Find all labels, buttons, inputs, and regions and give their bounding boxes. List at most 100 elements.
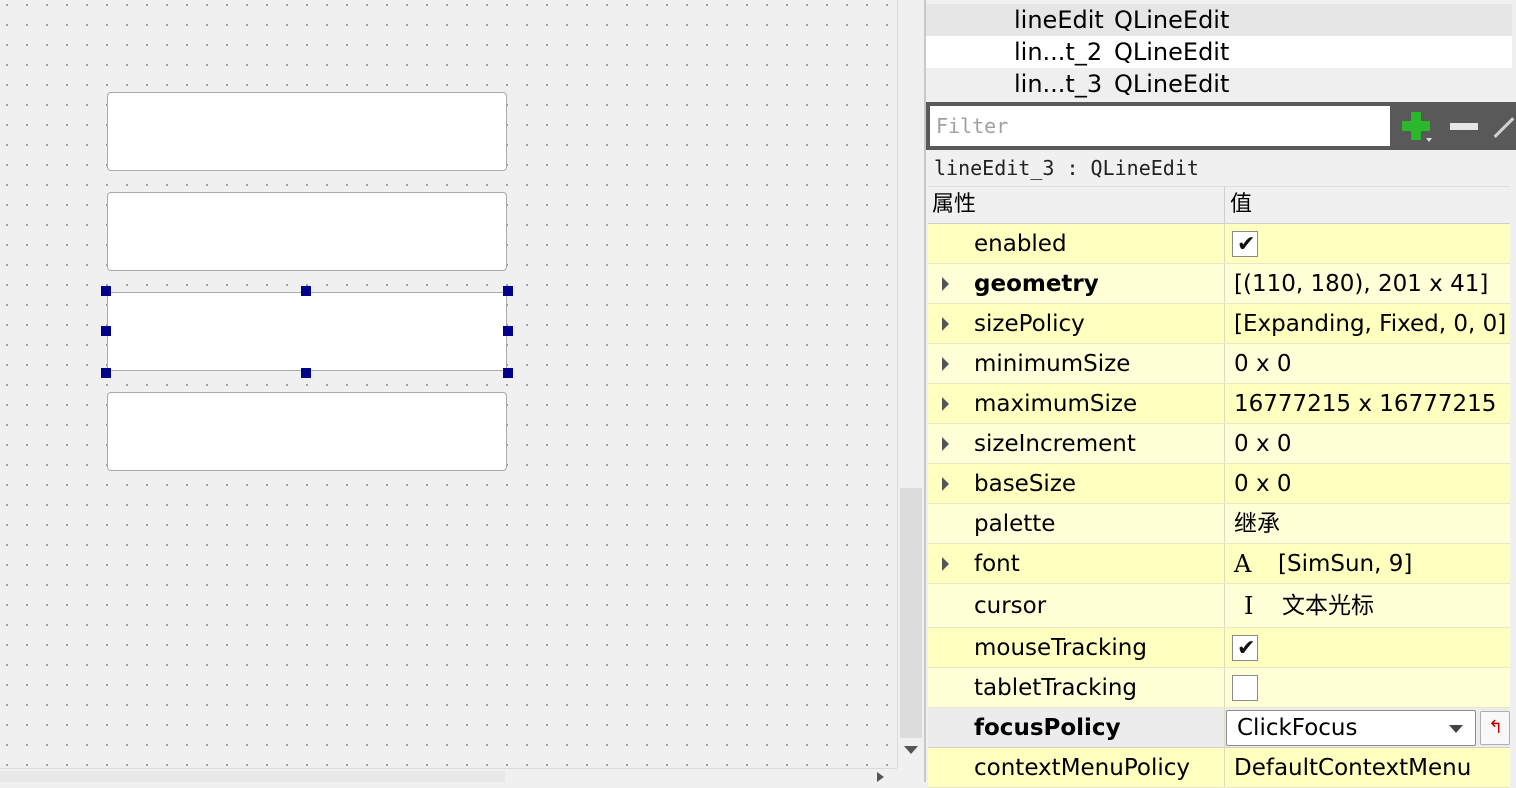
property-value[interactable]: 0 x 0 [1234,344,1292,384]
object-class: QLineEdit [1114,70,1230,98]
property-value[interactable]: 文本光标 [1282,584,1374,628]
scroll-down-icon[interactable] [904,746,918,754]
tablettracking-checkbox[interactable] [1232,675,1258,701]
property-row-contextmenupolicy[interactable]: contextMenuPolicy DefaultContextMenu [928,748,1510,788]
font-icon: A [1234,550,1252,578]
right-dock-panel: lineEdit QLineEdit lin...t_2 QLineEdit l… [924,0,1516,788]
chevron-down-icon[interactable] [1449,725,1463,733]
property-value[interactable]: [SimSun, 9] [1278,544,1412,584]
combo-value: ClickFocus [1237,715,1358,741]
header-value[interactable]: 值 [1230,187,1252,223]
line-edit-1[interactable] [107,92,507,171]
object-name: lineEdit [1014,6,1104,34]
scroll-right-icon[interactable] [877,772,884,782]
expand-arrow-icon[interactable] [942,557,949,571]
reset-property-button[interactable]: ↰ [1480,711,1510,745]
reset-arrow-icon: ↰ [1488,717,1504,738]
expand-arrow-icon[interactable] [942,357,949,371]
property-value[interactable]: [(110, 180), 201 x 41] [1234,264,1488,304]
property-name: enabled [974,231,1067,257]
object-inspector-list: lineEdit QLineEdit lin...t_2 QLineEdit l… [926,4,1512,100]
resize-handle-top-right[interactable] [503,286,513,296]
property-row-sizeincrement[interactable]: sizeIncrement 0 x 0 [928,424,1510,464]
checkmark-icon: ✔ [1237,636,1256,661]
property-value[interactable]: 继承 [1234,504,1280,544]
configure-button[interactable] [1490,106,1516,146]
expand-arrow-icon[interactable] [942,477,949,491]
property-row-minimumsize[interactable]: minimumSize 0 x 0 [928,344,1510,384]
checkmark-icon: ✔ [1237,232,1256,257]
object-class: QLineEdit [1114,6,1230,34]
header-property[interactable]: 属性 [932,187,976,223]
object-name: lin...t_2 [1014,38,1103,66]
mousetracking-checkbox[interactable]: ✔ [1232,635,1258,661]
line-edit-4[interactable] [107,392,507,471]
property-value[interactable]: [Expanding, Fixed, 0, 0] [1234,304,1506,344]
property-value[interactable]: DefaultContextMenu [1234,748,1471,788]
object-name: lin...t_3 [1014,70,1103,98]
property-row-geometry[interactable]: geometry [(110, 180), 201 x 41] [928,264,1510,304]
resize-handle-bottom-right[interactable] [503,368,513,378]
property-row-palette[interactable]: palette 继承 [928,504,1510,544]
property-name: geometry [974,271,1099,297]
expand-arrow-icon[interactable] [942,437,949,451]
property-row-cursor[interactable]: cursor I 文本光标 [928,584,1510,628]
object-row[interactable]: lin...t_2 QLineEdit [926,36,1512,68]
canvas-vertical-scrollbar[interactable] [897,0,924,768]
property-name: focusPolicy [974,715,1121,741]
object-class: QLineEdit [1114,38,1230,66]
add-property-button[interactable] [1396,106,1436,146]
property-name: tabletTracking [974,675,1138,701]
resize-handle-top[interactable] [301,286,311,296]
property-filter-bar [926,102,1516,150]
property-value[interactable]: 0 x 0 [1234,424,1292,464]
property-name: cursor [974,593,1047,619]
form-canvas[interactable] [0,0,897,768]
property-name: baseSize [974,471,1077,497]
scrollbar-thumb[interactable] [900,488,922,738]
property-row-font[interactable]: font A [SimSun, 9] [928,544,1510,584]
minus-icon [1450,123,1478,130]
object-row[interactable]: lineEdit QLineEdit [926,4,1512,36]
property-row-sizepolicy[interactable]: sizePolicy [Expanding, Fixed, 0, 0] [928,304,1510,344]
property-name: minimumSize [974,351,1131,377]
property-table: 属性 值 enabled ✔ geometry [(110, 180), 201… [928,186,1510,788]
scrollbar-thumb[interactable] [0,771,505,782]
property-name: sizePolicy [974,311,1085,337]
focuspolicy-combobox[interactable]: ClickFocus [1226,710,1476,746]
expand-arrow-icon[interactable] [942,397,949,411]
resize-handle-bottom-left[interactable] [101,368,111,378]
line-edit-2[interactable] [107,192,507,271]
object-row[interactable]: lin...t_3 QLineEdit [926,68,1512,100]
property-name: sizeIncrement [974,431,1136,457]
resize-handle-bottom[interactable] [301,368,311,378]
property-row-basesize[interactable]: baseSize 0 x 0 [928,464,1510,504]
property-row-mousetracking[interactable]: mouseTracking ✔ [928,628,1510,668]
resize-handle-left[interactable] [101,326,111,336]
ibeam-cursor-icon: I [1244,592,1254,620]
property-table-header: 属性 值 [928,186,1510,224]
resize-handle-top-left[interactable] [101,286,111,296]
canvas-horizontal-scrollbar[interactable] [0,768,897,782]
property-value[interactable]: 16777215 x 16777215 [1234,384,1496,424]
wrench-icon [1493,117,1515,138]
selected-object-label: lineEdit_3 : QLineEdit [934,156,1199,180]
property-name: mouseTracking [974,635,1147,661]
line-edit-3-selected[interactable] [107,292,507,371]
property-row-enabled[interactable]: enabled ✔ [928,224,1510,264]
property-name: palette [974,511,1056,537]
property-row-focuspolicy[interactable]: focusPolicy ClickFocus ↰ [928,708,1510,748]
expand-arrow-icon[interactable] [942,317,949,331]
property-row-tablettracking[interactable]: tabletTracking [928,668,1510,708]
property-name: font [974,551,1020,577]
enabled-checkbox[interactable]: ✔ [1232,231,1258,257]
property-name: maximumSize [974,391,1138,417]
property-value[interactable]: 0 x 0 [1234,464,1292,504]
remove-property-button[interactable] [1444,106,1484,146]
property-name: contextMenuPolicy [974,755,1190,781]
expand-arrow-icon[interactable] [942,277,949,291]
plus-icon [1402,112,1432,142]
resize-handle-right[interactable] [503,326,513,336]
property-row-maximumsize[interactable]: maximumSize 16777215 x 16777215 [928,384,1510,424]
filter-input[interactable] [930,106,1390,146]
